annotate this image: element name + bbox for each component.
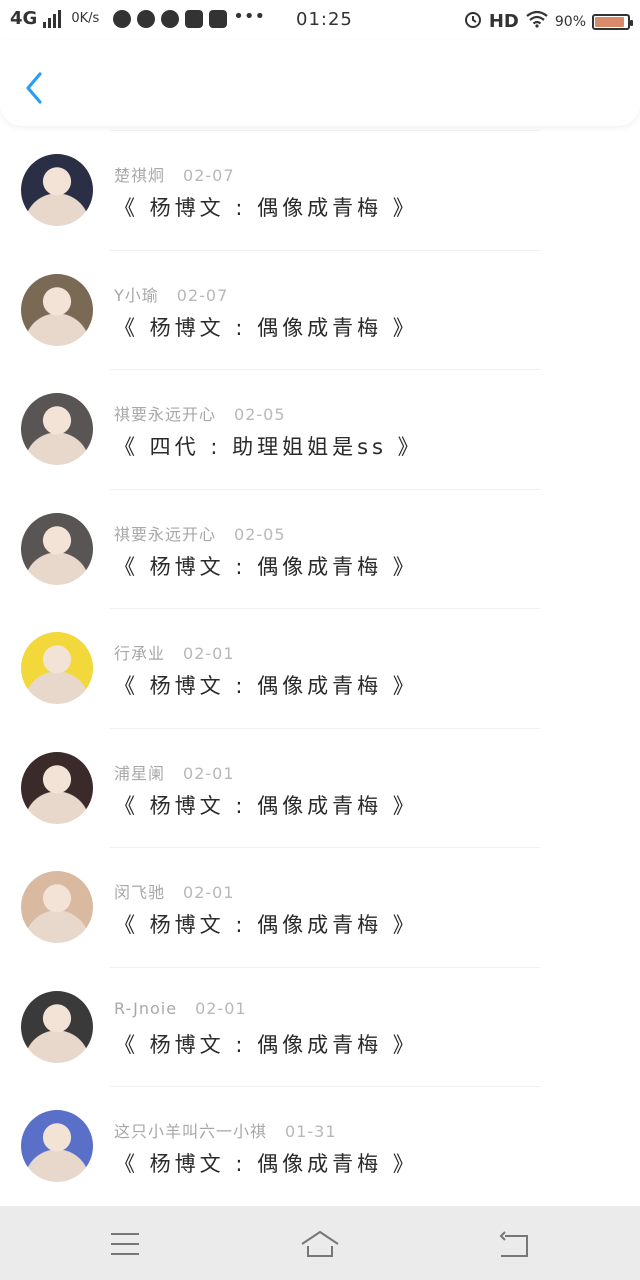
network-speed: 0K/s bbox=[71, 11, 100, 26]
message-meta: 祺要永远开心 02-05 bbox=[114, 401, 286, 425]
message-title: 《 杨博文 : 偶像成青梅 》 bbox=[114, 1152, 418, 1176]
message-meta: 这只小羊叫六一小祺 01-31 bbox=[114, 1118, 337, 1142]
message-title: 《 杨博文 : 偶像成青梅 》 bbox=[114, 913, 418, 937]
home-icon bbox=[301, 1230, 339, 1257]
list-item[interactable]: 祺要永远开心 02-05 《 杨博文 : 偶像成青梅 》 bbox=[0, 488, 640, 609]
battery-level bbox=[595, 16, 624, 27]
message-date: 02-01 bbox=[183, 883, 235, 902]
divider bbox=[110, 1086, 540, 1087]
message-date: 01-31 bbox=[285, 1122, 337, 1141]
message-title: 《 杨博文 : 偶像成青梅 》 bbox=[114, 554, 418, 579]
message-list: 楚祺炯 02-07 《 杨博文 : 偶像成青梅 》 Y小瑜 02-07 《 杨博文 : 偶… bbox=[0, 130, 640, 1206]
sender-name: 楚祺炯 bbox=[114, 166, 166, 185]
avatar[interactable] bbox=[21, 393, 93, 465]
sender-name: Y小瑜 bbox=[114, 285, 159, 305]
divider bbox=[110, 608, 540, 609]
alarm-icon bbox=[463, 9, 483, 34]
avatar[interactable] bbox=[21, 632, 93, 704]
return-icon bbox=[499, 1231, 528, 1257]
message-date: 02-01 bbox=[183, 763, 235, 783]
more-dots-icon: ••• bbox=[233, 5, 266, 27]
avatar[interactable] bbox=[21, 1110, 93, 1182]
qq-icon bbox=[137, 9, 156, 28]
home-button[interactable] bbox=[300, 1226, 340, 1262]
menu-icon bbox=[111, 1233, 139, 1255]
list-item[interactable]: 祺要永远开心 02-05 《 四代 : 助理姐姐是ss 》 bbox=[0, 369, 640, 489]
avatar[interactable] bbox=[21, 273, 93, 346]
divider bbox=[110, 847, 540, 848]
network-type: 4G bbox=[10, 8, 38, 29]
status-left: 4G 0K/s ••• bbox=[10, 5, 266, 29]
sender-name: 祺要永远开心 bbox=[114, 524, 217, 544]
list-item[interactable]: Y小瑜 02-07 《 杨博文 : 偶像成青梅 》 bbox=[0, 249, 640, 370]
message-title: 《 杨博文 : 偶像成青梅 》 bbox=[114, 674, 418, 698]
divider bbox=[110, 249, 540, 251]
return-button[interactable] bbox=[495, 1226, 535, 1262]
avatar[interactable] bbox=[21, 751, 93, 824]
message-date: 02-05 bbox=[234, 405, 286, 424]
battery-percent: 90% bbox=[554, 13, 586, 30]
cloud-icon bbox=[113, 9, 132, 28]
back-button[interactable] bbox=[18, 68, 54, 110]
avatar[interactable] bbox=[21, 154, 93, 226]
sender-name: 行承业 bbox=[114, 644, 166, 663]
menu-button[interactable] bbox=[105, 1226, 145, 1262]
avatar[interactable] bbox=[21, 512, 93, 585]
status-bar: 4G 0K/s ••• 01:25 HD 90% bbox=[0, 0, 640, 40]
message-meta: R-Jnoie 02-01 bbox=[114, 999, 247, 1018]
sender-name: 祺要永远开心 bbox=[114, 405, 217, 424]
message-meta: 行承业 02-01 bbox=[114, 640, 235, 664]
message-meta: Y小瑜 02-07 bbox=[114, 282, 228, 306]
message-title: 《 四代 : 助理姐姐是ss 》 bbox=[114, 435, 423, 459]
list-item[interactable]: 这只小羊叫六一小祺 01-31 《 杨博文 : 偶像成青梅 》 bbox=[0, 1086, 640, 1206]
message-meta: 祺要永远开心 02-05 bbox=[114, 521, 286, 545]
system-nav-bar bbox=[0, 1206, 640, 1280]
pinwheel-icon bbox=[185, 9, 204, 28]
message-meta: 闵飞驰 02-01 bbox=[114, 879, 235, 903]
message-date: 02-05 bbox=[234, 524, 286, 544]
list-item[interactable]: 闵飞驰 02-01 《 杨博文 : 偶像成青梅 》 bbox=[0, 847, 640, 967]
hd-indicator: HD bbox=[488, 11, 519, 32]
sender-name: 闵飞驰 bbox=[114, 883, 166, 902]
status-right: HD 90% bbox=[463, 9, 633, 34]
list-item[interactable]: 楚祺炯 02-07 《 杨博文 : 偶像成青梅 》 bbox=[0, 130, 640, 250]
notification-icons: ••• bbox=[113, 5, 266, 28]
sender-name: 这只小羊叫六一小祺 bbox=[114, 1122, 268, 1141]
wifi-icon bbox=[525, 10, 549, 33]
divider bbox=[110, 488, 540, 490]
message-meta: 浦星阑 02-01 bbox=[114, 760, 235, 784]
avatar[interactable] bbox=[21, 990, 93, 1063]
sender-name: 浦星阑 bbox=[114, 763, 166, 783]
list-item[interactable]: R-Jnoie 02-01 《 杨博文 : 偶像成青梅 》 bbox=[0, 966, 640, 1087]
signal-icon bbox=[43, 9, 62, 28]
list-item[interactable]: 行承业 02-01 《 杨博文 : 偶像成青梅 》 bbox=[0, 608, 640, 728]
message-date: 02-01 bbox=[195, 998, 247, 1018]
clock: 01:25 bbox=[296, 9, 353, 30]
message-title: 《 杨博文 : 偶像成青梅 》 bbox=[114, 196, 418, 220]
message-title: 《 杨博文 : 偶像成青梅 》 bbox=[114, 793, 418, 818]
sender-name: R-Jnoie bbox=[114, 998, 178, 1018]
battery-icon bbox=[592, 13, 633, 30]
app-header bbox=[0, 40, 640, 126]
chevron-left-icon bbox=[26, 72, 42, 104]
qq-icon bbox=[161, 9, 180, 28]
message-title: 《 杨博文 : 偶像成青梅 》 bbox=[114, 1032, 418, 1057]
divider bbox=[110, 727, 540, 729]
avatar[interactable] bbox=[21, 871, 93, 943]
list-item[interactable]: 浦星阑 02-01 《 杨博文 : 偶像成青梅 》 bbox=[0, 727, 640, 848]
divider bbox=[110, 966, 540, 968]
divider bbox=[110, 130, 540, 131]
message-title: 《 杨博文 : 偶像成青梅 》 bbox=[114, 315, 418, 340]
message-meta: 楚祺炯 02-07 bbox=[114, 162, 235, 186]
message-date: 02-07 bbox=[176, 285, 229, 305]
play-icon bbox=[209, 9, 228, 28]
divider bbox=[110, 369, 540, 370]
message-date: 02-01 bbox=[183, 644, 235, 663]
message-date: 02-07 bbox=[183, 166, 235, 185]
